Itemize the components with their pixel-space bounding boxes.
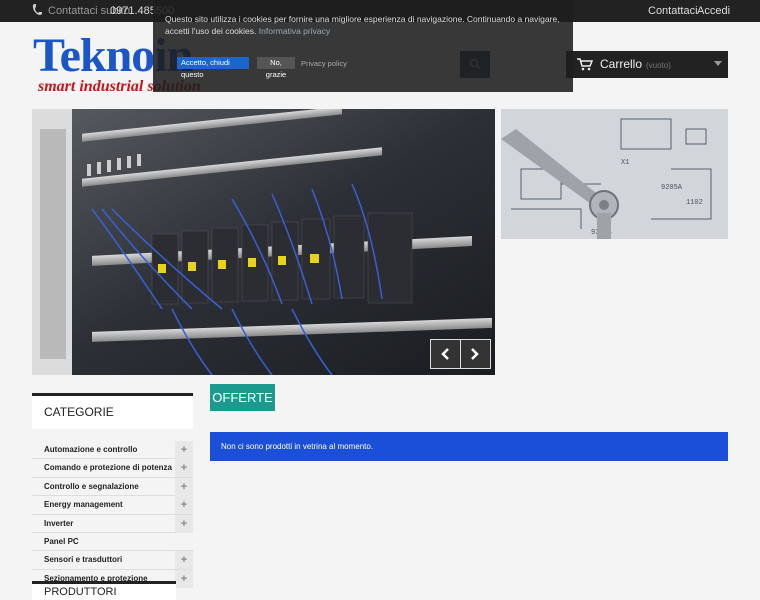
plus-icon[interactable]: + — [175, 441, 193, 459]
electrical-panel-image — [32, 109, 495, 375]
category-item[interactable]: Energy management + — [32, 496, 193, 515]
manufacturers-header: PRODUTTORI — [32, 581, 176, 600]
plus-icon[interactable]: + — [175, 514, 193, 533]
blueprint-banner[interactable]: X19205A 930541102 — [501, 109, 728, 239]
category-label: Panel PC — [44, 536, 79, 546]
category-label: Comando e protezione di potenza — [44, 463, 173, 473]
plus-icon[interactable]: + — [175, 477, 193, 496]
category-item[interactable]: Sensori e trasduttori + — [32, 551, 193, 570]
chevron-left-icon — [441, 348, 449, 360]
cart-label: Carrello — [600, 57, 643, 71]
slider-next-button[interactable] — [460, 339, 491, 369]
category-item[interactable]: Panel PC — [32, 533, 193, 552]
plus-icon[interactable]: + — [175, 496, 193, 515]
cookie-banner: Questo sito utilizza i cookies per forni… — [153, 0, 573, 92]
accedi-link[interactable]: Accedi — [697, 5, 730, 17]
cookie-text: Questo sito utilizza i cookies per forni… — [165, 13, 565, 37]
chevron-down-icon — [714, 61, 722, 66]
cookie-message: Questo sito utilizza i cookies per forni… — [165, 14, 560, 36]
category-label: Energy management — [44, 500, 123, 510]
offerte-title[interactable]: OFFERTE — [210, 384, 275, 411]
svg-text:9205A: 9205A — [661, 184, 683, 192]
category-item[interactable]: Comando e protezione di potenza + — [32, 459, 193, 478]
plus-icon[interactable]: + — [175, 459, 193, 478]
blueprint-key-image: X19205A 930541102 — [501, 109, 728, 239]
privacy-policy-link[interactable]: Privacy policy — [301, 58, 347, 70]
phone-icon — [32, 4, 42, 15]
privacy-link[interactable]: Informativa privacy — [259, 26, 330, 36]
cart-button[interactable]: Carrello (vuoto) — [566, 51, 728, 78]
categories-header: CATEGORIE — [32, 393, 193, 429]
plus-icon[interactable]: + — [175, 551, 193, 570]
chevron-right-icon — [471, 348, 479, 360]
category-label: Controllo e segnalazione — [44, 481, 139, 491]
cookie-decline-button[interactable]: No, grazie — [257, 57, 295, 79]
cookie-accept-button[interactable]: Accetto, chiudi questo — [177, 57, 249, 79]
cart-icon — [577, 58, 593, 71]
category-item[interactable]: Automazione e controllo + — [32, 441, 193, 460]
category-label: Sensori e trasduttori — [44, 555, 123, 565]
hero-slider[interactable] — [32, 109, 495, 375]
empty-notice: Non ci sono prodotti in vetrina al momen… — [210, 432, 728, 461]
cart-status: (vuoto) — [646, 61, 671, 70]
category-label: Automazione e controllo — [44, 445, 138, 454]
category-label: Inverter — [44, 518, 74, 528]
category-list: Automazione e controllo + Comando e prot… — [32, 441, 193, 589]
category-item[interactable]: Inverter + — [32, 514, 193, 533]
contattaci-link[interactable]: Contattaci — [648, 5, 698, 17]
svg-text:1102: 1102 — [686, 199, 703, 207]
slider-prev-button[interactable] — [430, 339, 461, 369]
plus-icon[interactable]: + — [175, 569, 193, 588]
svg-text:X1: X1 — [621, 159, 629, 167]
category-item[interactable]: Controllo e segnalazione + — [32, 477, 193, 497]
